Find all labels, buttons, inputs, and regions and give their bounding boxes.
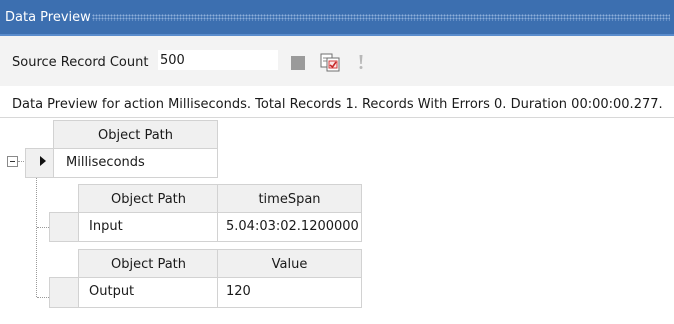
tree-connector — [37, 297, 49, 298]
table-row-input-path[interactable]: Input — [78, 212, 219, 242]
tree-connector — [36, 178, 37, 297]
preview-summary: Data Preview for action Milliseconds. To… — [12, 97, 663, 112]
source-record-count-label: Source Record Count — [12, 55, 149, 70]
column-header-object-path[interactable]: Object Path — [78, 184, 219, 214]
row-selector[interactable] — [49, 277, 80, 308]
panel-title: Data Preview — [5, 10, 91, 25]
column-header-object-path[interactable]: Object Path — [78, 249, 219, 279]
tree-connector — [37, 227, 49, 228]
column-header-object-path[interactable]: Object Path — [53, 120, 218, 150]
panel-titlebar: Data Preview — [0, 0, 674, 36]
table-row-output-path[interactable]: Output — [78, 277, 219, 308]
column-header-timespan[interactable]: timeSpan — [217, 184, 362, 214]
table-row-input-value[interactable]: 5.04:03:02.1200000 — [217, 212, 362, 242]
row-selector[interactable] — [49, 212, 80, 242]
exclamation-icon[interactable] — [356, 52, 366, 72]
current-row-arrow-icon — [40, 156, 46, 166]
table-row-milliseconds[interactable]: Milliseconds — [53, 148, 218, 178]
toolbar: Source Record Count — [0, 36, 674, 86]
summary-divider — [0, 117, 674, 118]
column-header-value[interactable]: Value — [217, 249, 362, 279]
table-row-output-value[interactable]: 120 — [217, 277, 362, 308]
stop-icon[interactable] — [291, 56, 305, 70]
copy-preview-icon[interactable] — [320, 53, 342, 73]
source-record-count-input[interactable] — [157, 49, 279, 71]
collapse-toggle[interactable] — [7, 156, 18, 167]
titlebar-grip[interactable] — [92, 14, 670, 21]
